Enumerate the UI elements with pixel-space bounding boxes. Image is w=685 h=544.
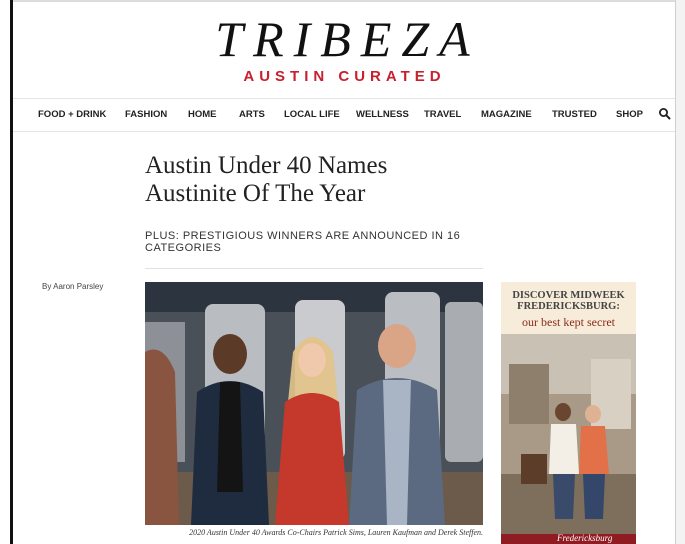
site-logo[interactable]: TRIBEZA	[0, 12, 685, 66]
nav-item-food-drink[interactable]: FOOD + DRINK	[38, 109, 106, 120]
article-byline[interactable]: By Aaron Parsley	[42, 282, 103, 291]
sidebar-ad[interactable]: DISCOVER MIDWEEK FREDERICKSBURG: our bes…	[501, 282, 636, 544]
headline-line-2: Austinite Of The Year	[145, 180, 366, 207]
ad-headline: DISCOVER MIDWEEK FREDERICKSBURG:	[501, 290, 636, 312]
nav-item-trusted[interactable]: TRUSTED	[552, 109, 597, 120]
ad-brand: Fredericksburg	[557, 533, 613, 543]
nav-item-shop[interactable]: SHOP	[616, 109, 643, 120]
ad-headline-line-1: DISCOVER MIDWEEK	[512, 290, 625, 301]
main-nav: FOOD + DRINK FASHION HOME ARTS LOCAL LIF…	[13, 98, 675, 132]
window-top-edge	[10, 0, 675, 2]
nav-item-travel[interactable]: TRAVEL	[424, 109, 461, 120]
photo-caption: 2020 Austin Under 40 Awards Co-Chairs Pa…	[189, 528, 483, 537]
nav-item-magazine[interactable]: MAGAZINE	[481, 109, 532, 120]
photo-illustration	[145, 282, 483, 525]
headline-line-1: Austin Under 40 Names	[145, 152, 388, 179]
search-icon[interactable]	[658, 107, 672, 121]
divider	[145, 268, 483, 269]
nav-item-arts[interactable]: ARTS	[239, 109, 265, 120]
article-subhead: PLUS: PRESTIGIOUS WINNERS ARE ANNOUNCED …	[145, 230, 461, 254]
nav-item-local-life[interactable]: LOCAL LIFE	[284, 109, 340, 120]
ad-tagline: our best kept secret	[522, 315, 615, 329]
article-photo	[145, 282, 483, 525]
ad-headline-line-2: FREDERICKSBURG:	[517, 301, 620, 312]
site-tagline: AUSTIN CURATED	[243, 68, 446, 85]
nav-item-wellness[interactable]: WELLNESS	[356, 109, 409, 120]
ad-illustration	[501, 334, 636, 534]
site-header: TRIBEZA AUSTIN CURATED	[0, 12, 685, 85]
article-headline: Austin Under 40 Names Austinite Of The Y…	[145, 152, 505, 208]
nav-item-home[interactable]: HOME	[188, 109, 217, 120]
nav-item-fashion[interactable]: FASHION	[125, 109, 167, 120]
